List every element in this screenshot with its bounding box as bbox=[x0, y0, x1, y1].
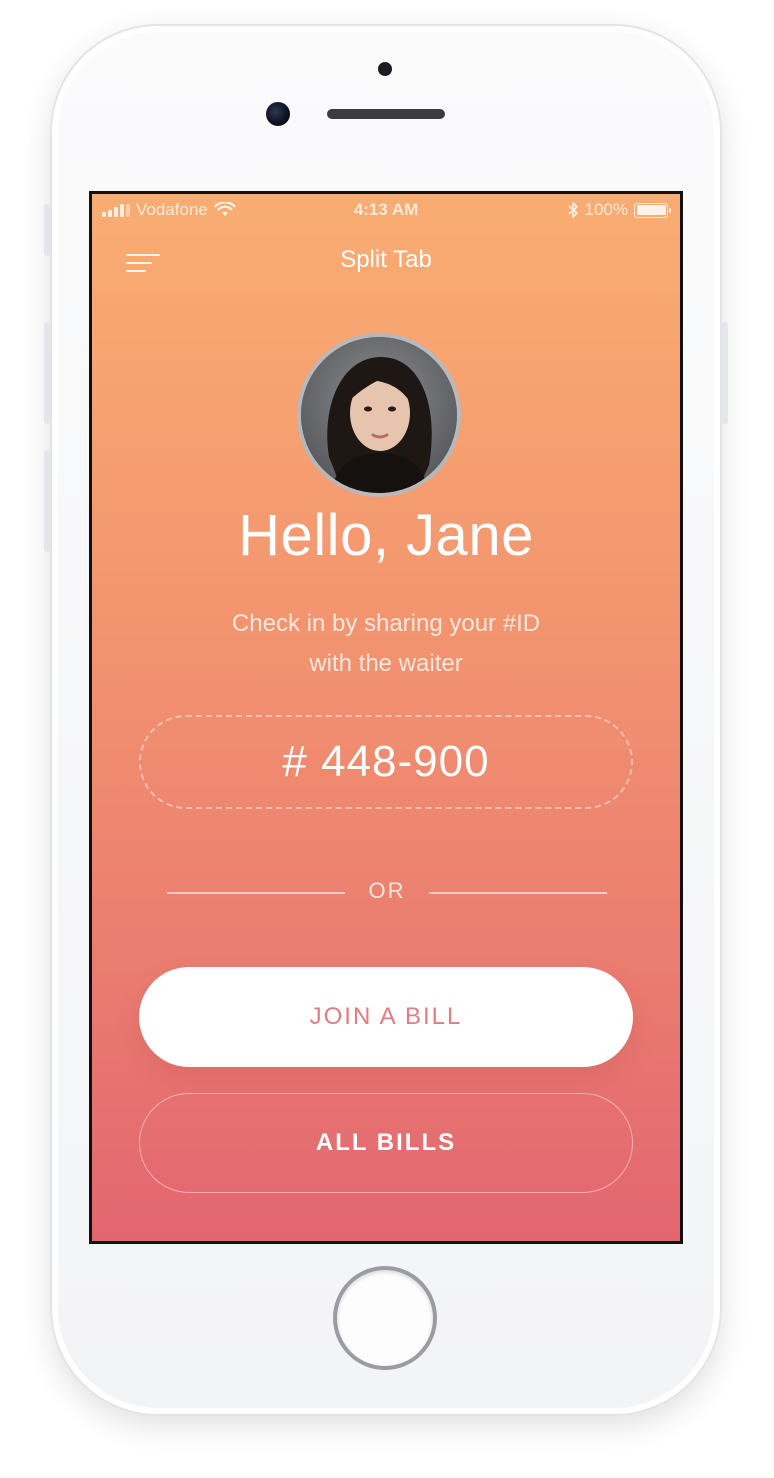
checkin-instructions-line2: with the waiter bbox=[309, 650, 463, 677]
checkin-instructions-line1: Check in by sharing your #ID bbox=[231, 610, 541, 637]
power-button bbox=[722, 322, 728, 424]
proximity-sensor bbox=[378, 62, 392, 76]
status-bar: Vodafone 4:13 AM 100% bbox=[92, 194, 680, 228]
front-camera-icon bbox=[266, 102, 290, 126]
or-divider: OR bbox=[167, 878, 607, 906]
battery-fill bbox=[636, 205, 666, 215]
avatar bbox=[297, 333, 461, 497]
user-avatar-icon bbox=[301, 337, 457, 493]
greeting-heading: Hello, Jane bbox=[238, 503, 534, 568]
volume-up-button bbox=[44, 322, 50, 424]
status-right: 100% bbox=[567, 200, 671, 220]
earpiece-speaker bbox=[327, 109, 445, 119]
battery-percent: 100% bbox=[584, 200, 628, 219]
bluetooth-icon bbox=[567, 202, 578, 218]
checkin-id-display: # 448-900 bbox=[139, 715, 633, 809]
nav-bar: Split Tab bbox=[92, 238, 680, 286]
divider-line-right bbox=[429, 892, 607, 894]
battery-icon bbox=[634, 202, 671, 218]
volume-down-button bbox=[44, 450, 50, 552]
app-screen: Vodafone 4:13 AM 100% Split Tab Hello, J… bbox=[89, 191, 683, 1244]
silent-switch bbox=[44, 204, 50, 256]
home-button[interactable] bbox=[333, 1266, 437, 1370]
checkin-instructions: Check in by sharing your #ID with the wa… bbox=[92, 604, 680, 684]
page-title: Split Tab bbox=[340, 246, 432, 273]
all-bills-button[interactable]: ALL BILLS bbox=[139, 1093, 633, 1193]
divider-label: OR bbox=[368, 878, 406, 903]
join-bill-button[interactable]: JOIN A BILL bbox=[139, 967, 633, 1067]
